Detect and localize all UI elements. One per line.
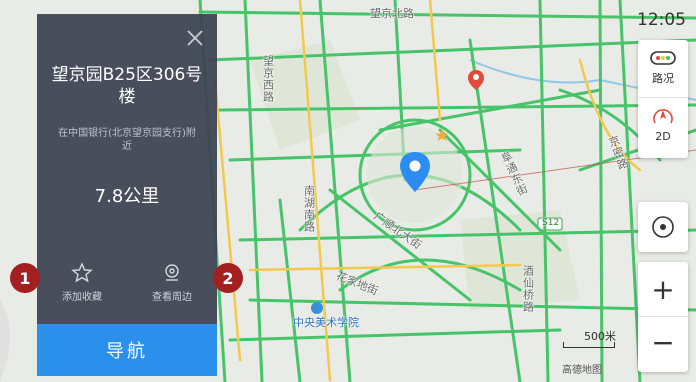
map-layer-controls: 路况 2D [638,40,688,158]
poi-subtitle: 在中国银行(北京望京园支行)附近 [58,128,196,152]
add-favorite-label: 添加收藏 [62,292,102,303]
map-label-poi: 中央美术学院 [293,316,359,329]
view-nearby-label: 查看周边 [152,292,192,303]
map-label-road: 望京北路 [370,7,414,20]
highway-tag: S12 [542,218,560,228]
zoom-in-button[interactable]: + [638,262,688,317]
poi-title: 望京园B25区306号楼 [51,65,203,107]
view-mode-button[interactable]: 2D [638,98,688,156]
locate-button[interactable] [638,202,688,252]
poi-distance: 7.8公里 [94,186,160,207]
locate-icon [652,216,674,238]
traffic-label: 路况 [652,72,674,85]
poi-info-panel: 望京园B25区306号楼 在中国银行(北京望京园支行)附近 7.8公里 添加收藏… [37,14,217,376]
map-label-road: 望京西路 [261,55,275,103]
red-poi-marker-icon[interactable] [466,68,486,92]
compass-icon [653,109,673,124]
star-poi-icon[interactable] [435,128,449,142]
view-nearby-button[interactable]: 查看周边 [127,250,217,320]
zoom-out-button[interactable]: − [638,317,688,372]
poi-icon[interactable] [311,302,323,314]
traffic-icon [650,51,676,65]
poi-actions: 添加收藏 查看周边 [37,250,217,320]
annotation-badge-1: 1 [10,263,40,293]
map-scale-bar [563,342,615,348]
map-label-road: 酒仙桥路 [521,265,535,313]
annotation-badge-2: 2 [213,263,243,293]
zoom-controls: + − [638,262,688,372]
location-pin-icon[interactable] [397,150,433,196]
nearby-pin-icon [165,264,179,281]
map-label-road: 南湖南路 [302,185,316,233]
status-clock: 12:05 [637,10,686,30]
add-favorite-button[interactable]: 添加收藏 [37,250,127,320]
view-mode-label: 2D [655,130,671,143]
close-icon[interactable] [185,28,205,48]
traffic-toggle-button[interactable]: 路况 [638,40,688,98]
navigate-button[interactable]: 导航 [37,324,217,376]
star-icon [71,262,93,283]
map-brand: 高德地图 [562,365,602,376]
